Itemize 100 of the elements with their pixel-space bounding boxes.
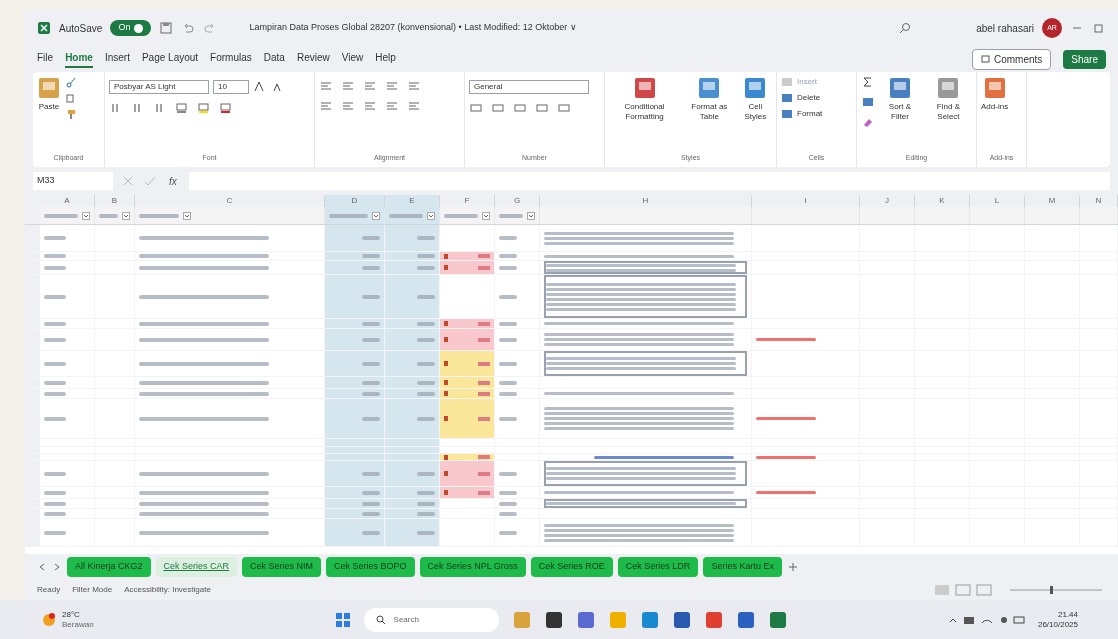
cells-button[interactable]: Delete xyxy=(781,92,823,104)
align-icon[interactable] xyxy=(341,80,355,92)
illegible-note xyxy=(756,455,816,459)
align-icon[interactable] xyxy=(363,80,377,92)
ribbon-tab[interactable]: View xyxy=(341,50,364,68)
cut-icon[interactable] xyxy=(65,76,77,88)
sheet-tab[interactable]: Cek Series CAR xyxy=(155,557,238,577)
sheet-tab[interactable]: All Kinerja CKG2 xyxy=(67,557,151,577)
ribbon-tab[interactable]: File xyxy=(37,50,54,68)
ribbon-tab[interactable]: Home xyxy=(65,50,93,68)
name-box[interactable]: M33 xyxy=(33,172,113,190)
clear-icon[interactable] xyxy=(861,116,875,128)
number-format-icon[interactable] xyxy=(535,102,549,114)
illegible-text xyxy=(417,321,435,326)
conditional-formatting-button[interactable]: Conditional Formatting xyxy=(609,76,681,122)
ribbon-tab[interactable]: Data xyxy=(263,50,285,68)
illegible-text xyxy=(44,511,66,516)
paste-button[interactable]: Paste xyxy=(37,76,61,112)
sort-filter-button[interactable]: Sort & Filter xyxy=(879,76,921,122)
fill-color-icon[interactable] xyxy=(197,102,211,114)
save-icon[interactable] xyxy=(159,21,174,35)
restore-icon[interactable] xyxy=(1092,21,1106,35)
search-icon[interactable] xyxy=(898,21,913,35)
align-icon[interactable] xyxy=(385,80,399,92)
filter-dropdown-icon[interactable] xyxy=(82,211,90,220)
app-icon[interactable] xyxy=(768,610,787,629)
previous-sheet-icon[interactable] xyxy=(37,562,47,572)
add-sheet-icon[interactable] xyxy=(786,561,799,573)
number-format-field[interactable]: General xyxy=(469,80,589,94)
align-icon[interactable] xyxy=(407,80,421,92)
filter-dropdown-icon[interactable] xyxy=(482,211,490,220)
ribbon-tab[interactable]: Review xyxy=(296,50,330,68)
ribbon-tab[interactable]: Page Layout xyxy=(141,50,199,68)
cells-button[interactable]: Format xyxy=(781,108,823,120)
cancel-icon[interactable] xyxy=(121,174,135,188)
number-format-icon[interactable] xyxy=(513,102,527,114)
app-icon[interactable] xyxy=(544,610,563,629)
ribbon-tab[interactable]: Formulas xyxy=(210,50,252,68)
comments-button[interactable]: Comments xyxy=(971,48,1052,70)
font-color-icon[interactable] xyxy=(219,102,233,114)
sheet-tab[interactable]: Cek Series NPL Gross xyxy=(419,557,526,577)
sheet-tab[interactable]: Series Kartu Ex xyxy=(703,557,782,577)
sheet-tab[interactable]: Cek Series NIM xyxy=(242,557,322,577)
sheet-tab[interactable]: Cek Series LDR xyxy=(617,557,699,577)
font-size-field[interactable]: 10 xyxy=(213,80,249,94)
flag-icon xyxy=(444,380,448,385)
illegible-text xyxy=(417,471,435,476)
sheet-tab[interactable]: Cek Series BOPO xyxy=(326,557,415,577)
number-format-icon[interactable] xyxy=(469,102,483,114)
temperature-text: 28°C xyxy=(62,609,81,620)
filter-dropdown-icon[interactable] xyxy=(527,211,535,220)
taskbar-search-field[interactable]: Search xyxy=(363,607,499,632)
sheet-tab[interactable]: Cek Series ROE xyxy=(530,557,613,577)
next-sheet-icon[interactable] xyxy=(52,562,62,572)
filter-dropdown-icon[interactable] xyxy=(122,211,130,220)
font-name-field[interactable]: Posbyar AS Light xyxy=(109,80,209,94)
insert-function-button[interactable]: fx xyxy=(165,173,181,189)
copy-icon[interactable] xyxy=(65,92,77,104)
filter-dropdown-icon[interactable] xyxy=(183,211,191,220)
align-icon[interactable] xyxy=(407,100,421,112)
illegible-note xyxy=(756,417,816,420)
align-icon[interactable] xyxy=(341,100,355,112)
borders-icon[interactable] xyxy=(175,102,189,114)
ribbon-tab[interactable]: Insert xyxy=(104,50,130,68)
number-format-icon[interactable] xyxy=(557,102,571,114)
filter-dropdown-icon[interactable] xyxy=(372,211,380,220)
align-icon[interactable] xyxy=(319,80,333,92)
illegible-text xyxy=(499,294,517,299)
flag-icon xyxy=(444,321,448,326)
enter-icon[interactable] xyxy=(143,174,157,188)
app-icon[interactable] xyxy=(736,610,755,629)
windows-start-icon[interactable] xyxy=(333,610,352,629)
ribbon-tab[interactable]: Help xyxy=(375,50,396,68)
illegible-text xyxy=(417,254,435,258)
fill-icon[interactable] xyxy=(861,96,875,108)
align-icon[interactable] xyxy=(319,100,333,112)
add-ins-button[interactable]: Add-ins xyxy=(981,76,1009,112)
column-header[interactable]: E xyxy=(385,195,440,207)
app-icon[interactable] xyxy=(672,610,691,629)
illegible-text xyxy=(329,213,368,218)
column-header[interactable]: D xyxy=(325,195,385,207)
align-icon[interactable] xyxy=(363,100,377,112)
number-format-icon[interactable] xyxy=(491,102,505,114)
format-painter-icon[interactable] xyxy=(65,108,77,120)
format-as-table-button[interactable]: Format as Table xyxy=(684,76,735,122)
cell-styles-button[interactable]: Cell Styles xyxy=(738,76,772,122)
user-name: abel rahasari xyxy=(976,21,1034,36)
illegible-text xyxy=(44,361,66,366)
illegible-text xyxy=(499,471,517,476)
find-select-button[interactable]: Find & Select xyxy=(924,76,972,122)
illegible-text xyxy=(362,265,380,270)
share-button[interactable]: Share xyxy=(1063,49,1106,69)
align-icon[interactable] xyxy=(385,100,399,112)
illegible-text xyxy=(362,380,380,385)
autosave-toggle[interactable]: On xyxy=(110,20,152,36)
clock-date: 26/10/2025 xyxy=(1037,619,1078,630)
illegible-text xyxy=(499,265,517,270)
accessibility-status[interactable]: Accessibility: Investigate xyxy=(124,584,211,596)
filter-dropdown-icon[interactable] xyxy=(427,211,435,220)
view-buttons-icon[interactable] xyxy=(934,584,994,596)
